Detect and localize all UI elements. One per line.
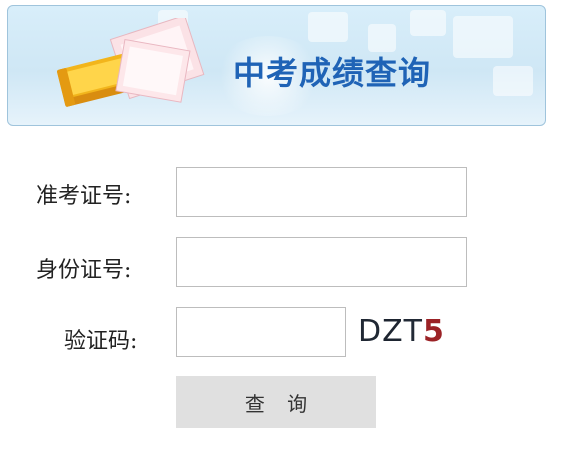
id-number-input[interactable] xyxy=(176,237,467,287)
score-query-page: 中考成绩查询 准考证号: 身份证号: 验证码: D Z T 5 查 询 xyxy=(0,0,566,458)
banner-decoration xyxy=(308,12,348,42)
exam-id-label: 准考证号: xyxy=(36,184,132,209)
header-banner: 中考成绩查询 xyxy=(7,5,546,126)
captcha-char: 5 xyxy=(423,313,445,349)
banner-decoration xyxy=(493,66,533,96)
banner-decoration xyxy=(410,10,446,36)
captcha-input[interactable] xyxy=(176,307,346,357)
captcha-char: T xyxy=(403,313,423,349)
page-title: 中考成绩查询 xyxy=(233,54,432,92)
captcha-char: Z xyxy=(382,313,404,349)
captcha-image[interactable]: D Z T 5 xyxy=(358,309,460,353)
books-icon xyxy=(57,18,205,107)
exam-id-input[interactable] xyxy=(176,167,467,217)
captcha-label: 验证码: xyxy=(64,329,138,354)
query-button[interactable]: 查 询 xyxy=(176,376,376,428)
captcha-char: D xyxy=(358,313,383,349)
banner-decoration xyxy=(453,16,513,58)
id-number-label: 身份证号: xyxy=(36,258,132,283)
